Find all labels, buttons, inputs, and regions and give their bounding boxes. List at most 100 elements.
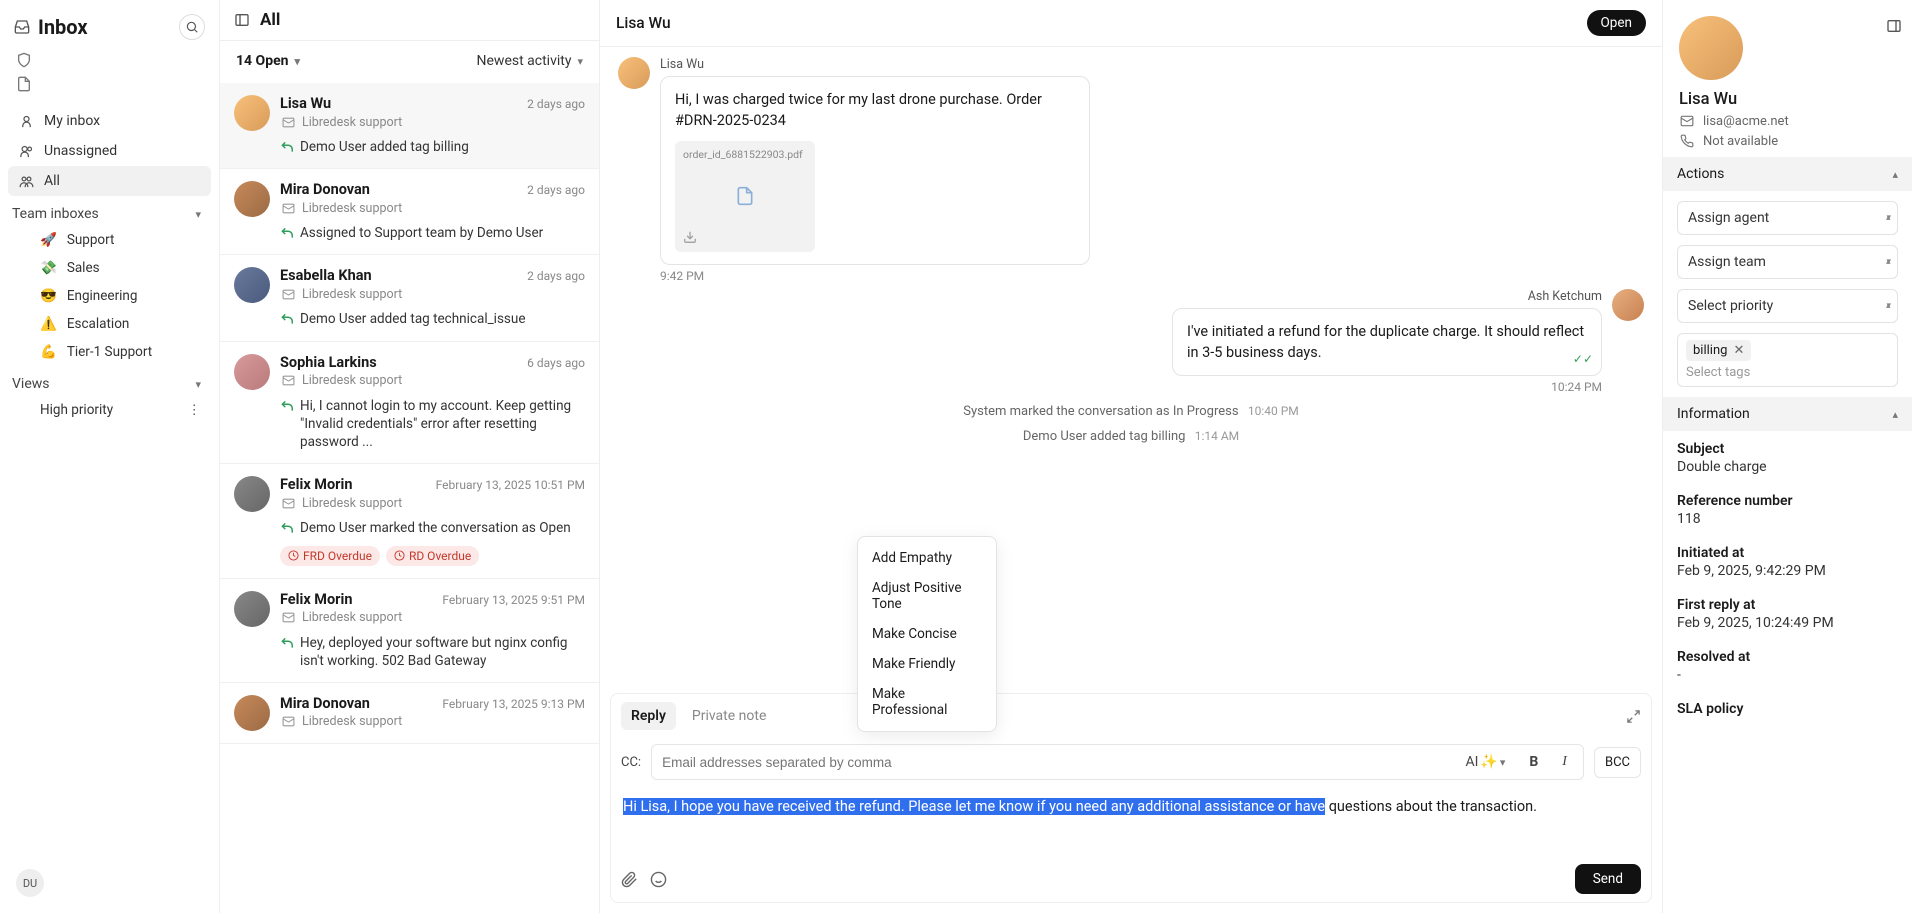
conversation-time: February 13, 2025 10:51 PM xyxy=(436,478,585,492)
shield-icon[interactable] xyxy=(16,52,32,68)
mail-icon xyxy=(280,610,296,626)
team-emoji-icon: 🚀 xyxy=(40,232,57,248)
team-inbox-item[interactable]: 💸Sales xyxy=(30,254,211,282)
priority-select[interactable]: Select priority▴▾ xyxy=(1677,289,1898,323)
actions-section-header[interactable]: Actions ▴ xyxy=(1663,157,1912,191)
attachment[interactable]: order_id_6881522903.pdf xyxy=(675,141,815,252)
conversation-preview: Hi, I cannot login to my account. Keep g… xyxy=(280,397,585,452)
cc-label: CC: xyxy=(621,755,641,770)
conversation-avatar xyxy=(234,354,270,390)
nav-my-inbox[interactable]: My inbox xyxy=(8,106,211,136)
bcc-button[interactable]: BCC xyxy=(1594,747,1641,778)
reply-icon xyxy=(280,226,294,240)
emoji-icon[interactable] xyxy=(650,871,667,888)
delivered-icon: ✓✓ xyxy=(1573,351,1593,368)
views-section[interactable]: Views ▾ xyxy=(8,366,211,396)
outgoing-message: Ash Ketchum I've initiated a refund for … xyxy=(618,289,1644,394)
tab-private-note[interactable]: Private note xyxy=(682,702,776,730)
assign-agent-select[interactable]: Assign agent▴▾ xyxy=(1677,201,1898,235)
bold-button[interactable]: B xyxy=(1523,752,1544,772)
nav-label: Unassigned xyxy=(44,143,117,159)
expand-icon[interactable] xyxy=(1626,709,1641,724)
tag-remove-icon[interactable]: ✕ xyxy=(1733,343,1744,358)
conversation-name: Esabella Khan xyxy=(280,267,372,284)
select-label: Select priority xyxy=(1688,298,1773,314)
conversation-avatar xyxy=(234,95,270,131)
italic-button[interactable]: I xyxy=(1556,752,1573,772)
conversation-source: Libredesk support xyxy=(280,114,585,130)
team-inbox-item[interactable]: 😎 Engineering xyxy=(30,282,211,310)
team-inbox-item[interactable]: 🚀Support xyxy=(30,226,211,254)
system-event: System marked the conversation as In Pro… xyxy=(618,404,1644,419)
conversation-item[interactable]: Felix MorinFebruary 13, 2025 10:51 PMLib… xyxy=(220,464,599,578)
attach-icon[interactable] xyxy=(621,871,638,888)
sidebar: Inbox My inbox Unassigned All Team inbox… xyxy=(0,0,220,913)
more-icon[interactable]: ⋮ xyxy=(188,402,202,418)
assign-team-select[interactable]: Assign team▴▾ xyxy=(1677,245,1898,279)
message-body: I've initiated a refund for the duplicat… xyxy=(1187,323,1584,361)
incoming-message: Lisa Wu Hi, I was charged twice for my l… xyxy=(618,57,1644,283)
conversation-item[interactable]: Esabella Khan2 days agoLibredesk support… xyxy=(220,255,599,341)
mail-icon xyxy=(280,200,296,216)
cc-input[interactable] xyxy=(662,755,1447,770)
sender-name: Lisa Wu xyxy=(660,57,1090,72)
team-label: Engineering xyxy=(67,288,138,304)
select-label: Assign team xyxy=(1688,254,1766,270)
team-label: Escalation xyxy=(67,316,130,332)
composer: Add EmpathyAdjust Positive ToneMake Conc… xyxy=(610,693,1652,903)
people-icon xyxy=(18,173,34,189)
chevron-down-icon: ▾ xyxy=(195,208,201,221)
chevron-down-icon: ▾ xyxy=(195,378,201,391)
ai-tool-button[interactable]: AI ✨ ▾ xyxy=(1459,752,1511,772)
ai-menu-item[interactable]: Make Concise xyxy=(864,619,990,649)
conversation-item[interactable]: Mira DonovanFebruary 13, 2025 9:13 PMLib… xyxy=(220,683,599,744)
ai-menu-item[interactable]: Make Professional xyxy=(864,679,990,725)
conversation-item[interactable]: Sophia Larkins6 days agoLibredesk suppor… xyxy=(220,342,599,465)
select-label: Assign agent xyxy=(1688,210,1769,226)
view-label: High priority xyxy=(40,402,113,418)
current-user-avatar[interactable]: DU xyxy=(16,869,44,897)
conversation-list-panel: All 14 Open ▾ Newest activity ▾ Lisa Wu2… xyxy=(220,0,600,913)
panel-left-icon[interactable] xyxy=(234,12,250,28)
chevron-down-icon: ▾ xyxy=(294,55,300,68)
send-button[interactable]: Send xyxy=(1575,864,1641,894)
phone-icon xyxy=(1679,133,1695,149)
team-emoji-icon: 💸 xyxy=(40,260,57,276)
chevron-up-icon: ▴ xyxy=(1892,168,1898,181)
nav-unassigned[interactable]: Unassigned xyxy=(8,136,211,166)
team-inbox-item[interactable]: 💪Tier-1 Support xyxy=(30,338,211,366)
conversation-preview: Demo User marked the conversation as Ope… xyxy=(280,519,585,537)
tab-reply[interactable]: Reply xyxy=(621,702,676,730)
team-inboxes-section[interactable]: Team inboxes ▾ xyxy=(8,196,211,226)
conversation-item[interactable]: Lisa Wu2 days agoLibredesk supportDemo U… xyxy=(220,83,599,169)
filter-open-count[interactable]: 14 Open ▾ xyxy=(236,53,300,69)
view-high-priority[interactable]: High priority ⋮ xyxy=(30,396,211,424)
conversation-time: February 13, 2025 9:13 PM xyxy=(442,697,585,711)
composer-editor[interactable]: Hi Lisa, I hope you have received the re… xyxy=(611,786,1651,856)
sort-dropdown[interactable]: Newest activity ▾ xyxy=(477,53,583,69)
nav-all[interactable]: All xyxy=(8,166,211,196)
team-emoji-icon: 😎 xyxy=(40,288,57,304)
user-icon xyxy=(18,113,34,129)
tags-input[interactable]: billing✕ Select tags xyxy=(1677,333,1898,387)
ai-actions-menu: Add EmpathyAdjust Positive ToneMake Conc… xyxy=(857,536,997,732)
information-section-header[interactable]: Information ▴ xyxy=(1663,397,1912,431)
ai-menu-item[interactable]: Add Empathy xyxy=(864,543,990,573)
info-label: Initiated at xyxy=(1677,545,1898,561)
panel-right-icon[interactable] xyxy=(1886,18,1902,34)
attachment-name: order_id_6881522903.pdf xyxy=(683,149,807,162)
team-inbox-item[interactable]: ⚠️Escalation xyxy=(30,310,211,338)
system-text: System marked the conversation as In Pro… xyxy=(963,404,1238,419)
conversation-item[interactable]: Mira Donovan2 days agoLibredesk supportA… xyxy=(220,169,599,255)
conversation-time: 2 days ago xyxy=(527,269,585,283)
section-title: Information xyxy=(1677,406,1750,422)
ai-menu-item[interactable]: Adjust Positive Tone xyxy=(864,573,990,619)
ai-menu-item[interactable]: Make Friendly xyxy=(864,649,990,679)
conversation-item[interactable]: Felix MorinFebruary 13, 2025 9:51 PMLibr… xyxy=(220,579,599,683)
search-button[interactable] xyxy=(179,14,205,40)
download-icon[interactable] xyxy=(683,230,807,244)
status-button[interactable]: Open xyxy=(1587,10,1646,36)
file-icon[interactable] xyxy=(16,76,32,92)
sparkle-icon: ✨ xyxy=(1480,754,1497,770)
tag-label: billing xyxy=(1693,343,1727,358)
